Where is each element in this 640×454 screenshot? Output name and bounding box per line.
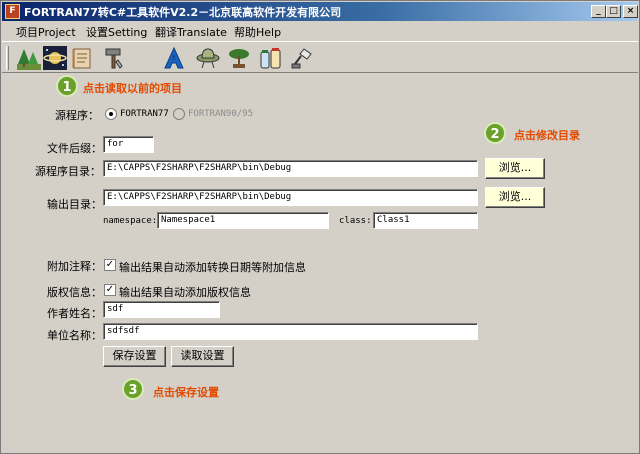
window-title: FORTRAN77转C#工具软件V2.2－北京联高软件开发有限公司 xyxy=(24,6,342,19)
close-button[interactable]: × xyxy=(623,5,638,18)
toolbar-grip[interactable] xyxy=(6,46,9,70)
lamp-icon[interactable] xyxy=(289,45,314,71)
jars-icon[interactable] xyxy=(258,45,283,71)
copyright-checkbox-label: 输出结果自动添加版权信息 xyxy=(119,286,251,299)
org-label: 单位名称： xyxy=(47,329,102,342)
menu-help[interactable]: 帮助Help xyxy=(234,24,281,40)
radio-fortran77-label: FORTRAN77 xyxy=(120,109,169,119)
annotation-checkbox[interactable]: ✓ xyxy=(104,259,116,271)
title-bar[interactable]: F FORTRAN77转C#工具软件V2.2－北京联高软件开发有限公司 _ □ … xyxy=(2,2,638,21)
radio-fortran90[interactable] xyxy=(173,108,185,120)
out-dir-label: 输出目录： xyxy=(47,198,102,211)
class-label: class: xyxy=(339,216,372,226)
suffix-input[interactable]: for xyxy=(103,136,154,153)
src-dir-input[interactable]: E:\CAPPS\F2SHARP\F2SHARP\bin\Debug xyxy=(103,160,478,177)
menu-translate[interactable]: 翻译Translate xyxy=(155,24,227,40)
author-input[interactable]: sdf xyxy=(103,301,220,318)
app-icon[interactable]: F xyxy=(5,4,20,19)
class-input[interactable]: Class1 xyxy=(373,212,478,229)
saturn-icon[interactable] xyxy=(42,45,67,71)
load-settings-button[interactable]: 读取设置 xyxy=(171,346,234,367)
book-icon[interactable] xyxy=(68,45,93,71)
radio-fortran90-label: FORTRAN90/95 xyxy=(188,109,254,119)
tree-icon[interactable] xyxy=(16,45,41,71)
menu-project[interactable]: 项目Project xyxy=(16,24,76,40)
src-browse-button[interactable]: 浏览... xyxy=(485,158,545,179)
source-label: 源程序： xyxy=(55,109,99,122)
copyright-label: 版权信息： xyxy=(47,286,102,299)
org-input[interactable]: sdfsdf xyxy=(103,323,478,340)
annotation-checkbox-label: 输出结果自动添加转换日期等附加信息 xyxy=(119,261,306,274)
step-3-badge: 3 xyxy=(122,378,144,400)
out-dir-input[interactable]: E:\CAPPS\F2SHARP\F2SHARP\bin\Debug xyxy=(103,189,478,206)
step-1-badge: 1 xyxy=(56,75,78,97)
toolbar xyxy=(2,41,638,73)
step-2-text: 点击修改目录 xyxy=(514,129,580,142)
a-letter-icon[interactable] xyxy=(161,45,186,71)
suffix-label: 文件后缀： xyxy=(47,142,102,155)
radio-fortran77[interactable] xyxy=(105,108,117,120)
hat-icon[interactable] xyxy=(195,45,220,71)
menu-bar: 项目Project 设置Setting 翻译Translate 帮助Help xyxy=(2,22,638,40)
hammer-icon[interactable] xyxy=(101,45,126,71)
main-window: F FORTRAN77转C#工具软件V2.2－北京联高软件开发有限公司 _ □ … xyxy=(0,0,640,454)
step-2-badge: 2 xyxy=(484,122,506,144)
step-1-text: 点击读取以前的项目 xyxy=(83,82,182,95)
namespace-label: namespace: xyxy=(103,216,158,226)
menu-setting[interactable]: 设置Setting xyxy=(86,24,147,40)
annotation-label: 附加注释： xyxy=(47,260,102,273)
src-dir-label: 源程序目录： xyxy=(35,165,101,178)
author-label: 作者姓名： xyxy=(47,307,102,320)
save-settings-button[interactable]: 保存设置 xyxy=(103,346,166,367)
copyright-checkbox[interactable]: ✓ xyxy=(104,284,116,296)
minimize-button[interactable]: _ xyxy=(591,5,606,18)
namespace-input[interactable]: Namespace1 xyxy=(157,212,329,229)
step-3-text: 点击保存设置 xyxy=(153,386,219,399)
bonsai-icon[interactable] xyxy=(226,45,251,71)
maximize-button[interactable]: □ xyxy=(606,5,621,18)
out-browse-button[interactable]: 浏览... xyxy=(485,187,545,208)
